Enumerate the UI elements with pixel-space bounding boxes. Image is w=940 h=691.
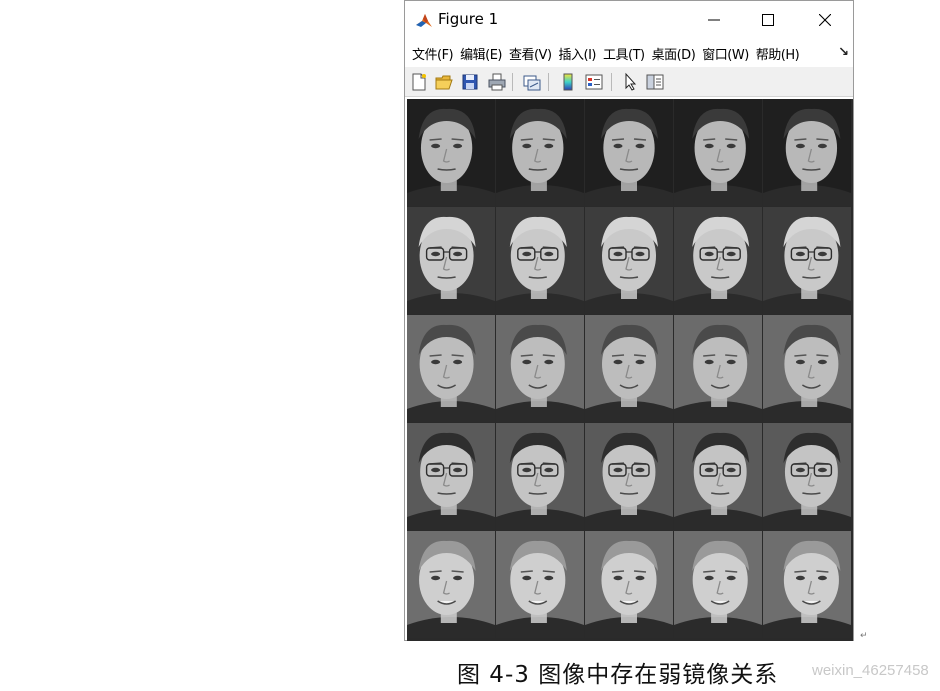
- face-image: [496, 423, 584, 530]
- menu-bar: 文件(F) 编辑(E) 查看(V) 插入(I) 工具(T) 桌面(D) 窗口(W…: [405, 39, 853, 67]
- face-image: [674, 531, 762, 638]
- face-image: [496, 315, 584, 422]
- face-image: [674, 315, 762, 422]
- face-image: [674, 99, 762, 206]
- face-image: [585, 531, 673, 638]
- pointer-icon[interactable]: [621, 72, 641, 92]
- menu-window[interactable]: 窗口(W): [702, 44, 749, 63]
- face-image: [407, 207, 495, 314]
- figure-window: Figure 1 文件(F) 编辑(E) 查看(V) 插入(I) 工具(T) 桌…: [404, 0, 854, 641]
- save-icon[interactable]: [460, 72, 480, 92]
- matlab-logo-icon: [415, 12, 433, 30]
- watermark: weixin_46257458: [812, 662, 929, 679]
- title-bar[interactable]: Figure 1: [405, 1, 853, 39]
- face-image: [674, 207, 762, 314]
- window-title: Figure 1: [438, 10, 499, 28]
- figure-canvas[interactable]: [407, 99, 853, 641]
- menu-edit[interactable]: 编辑(E): [460, 44, 502, 63]
- face-image: [763, 315, 851, 422]
- face-image: [407, 315, 495, 422]
- face-image: [674, 423, 762, 530]
- face-image: [763, 207, 851, 314]
- menu-insert[interactable]: 插入(I): [559, 44, 597, 63]
- face-image: [585, 99, 673, 206]
- face-image: [585, 207, 673, 314]
- open-file-icon[interactable]: [434, 72, 454, 92]
- paragraph-mark: ↵: [860, 631, 868, 641]
- menu-tools[interactable]: 工具(T): [603, 44, 645, 63]
- print-icon[interactable]: [487, 72, 507, 92]
- face-image: [763, 531, 851, 638]
- minimize-icon: [708, 19, 720, 21]
- close-icon: [819, 14, 831, 26]
- face-image: [407, 423, 495, 530]
- new-figure-icon[interactable]: [409, 72, 429, 92]
- maximize-button[interactable]: [742, 1, 794, 39]
- face-image: [585, 423, 673, 530]
- close-button[interactable]: [799, 1, 851, 39]
- face-image: [407, 99, 495, 206]
- menu-desktop[interactable]: 桌面(D): [652, 44, 696, 63]
- toolbar: [405, 67, 853, 97]
- toolbar-separator: [611, 73, 612, 91]
- maximize-icon: [762, 14, 774, 26]
- menu-overflow-icon[interactable]: ↘: [838, 45, 849, 60]
- face-image: [407, 531, 495, 638]
- face-image: [496, 99, 584, 206]
- menu-view[interactable]: 查看(V): [509, 44, 552, 63]
- link-plot-icon[interactable]: [522, 72, 542, 92]
- face-image: [585, 315, 673, 422]
- property-editor-icon[interactable]: [645, 72, 665, 92]
- face-image-grid: [407, 99, 853, 641]
- figure-caption: 图 4-3 图像中存在弱镜像关系: [457, 662, 779, 688]
- minimize-button[interactable]: [688, 1, 740, 39]
- colorbar-icon[interactable]: [558, 72, 578, 92]
- menu-file[interactable]: 文件(F): [412, 44, 454, 63]
- toolbar-separator: [512, 73, 513, 91]
- legend-icon[interactable]: [584, 72, 604, 92]
- face-image: [496, 531, 584, 638]
- face-image: [496, 207, 584, 314]
- menu-help[interactable]: 帮助(H): [756, 44, 800, 63]
- face-image: [763, 99, 851, 206]
- toolbar-separator: [548, 73, 549, 91]
- face-image: [763, 423, 851, 530]
